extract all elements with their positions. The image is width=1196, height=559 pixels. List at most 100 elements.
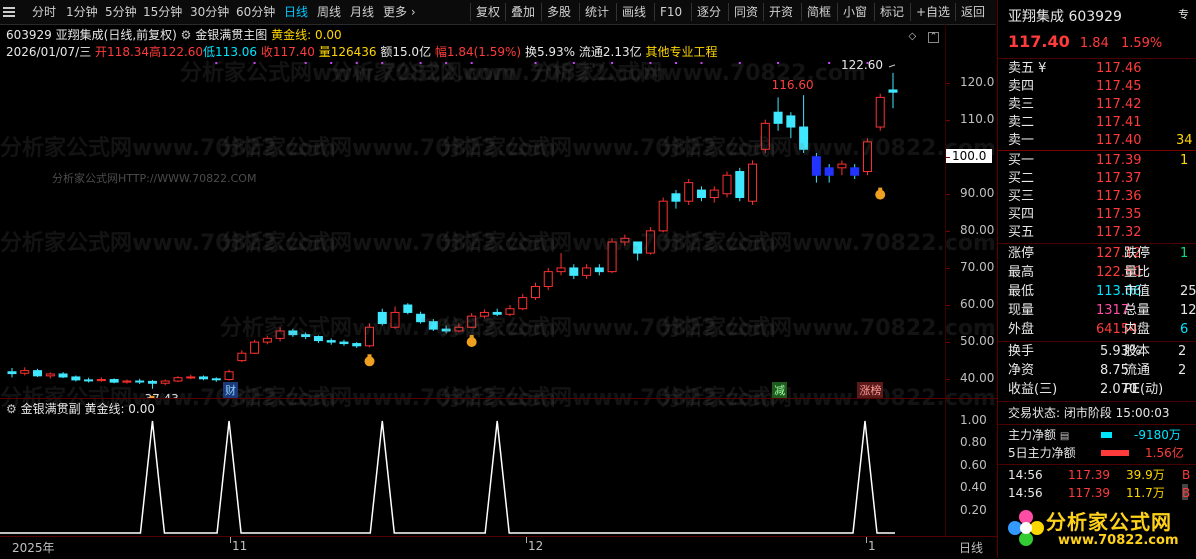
period-tab-3[interactable]: 15分钟 xyxy=(143,0,182,24)
buy-level-price[interactable]: 117.36 xyxy=(1096,188,1142,206)
candle[interactable] xyxy=(353,342,361,348)
candle[interactable] xyxy=(595,264,603,275)
period-tab-5[interactable]: 60分钟 xyxy=(236,0,275,24)
candle-body xyxy=(46,374,54,376)
buy-level-price[interactable]: 117.37 xyxy=(1096,170,1142,188)
main-indicator-name[interactable]: 金银满贯主图 xyxy=(195,28,267,42)
candle[interactable] xyxy=(570,264,578,279)
period-tab-7[interactable]: 周线 xyxy=(317,0,341,24)
candle[interactable] xyxy=(8,368,16,377)
menu-icon[interactable] xyxy=(3,7,15,17)
money-bag-icon[interactable] xyxy=(875,188,885,200)
candle[interactable] xyxy=(225,370,233,381)
tool-button-12[interactable]: +自选 xyxy=(916,0,950,24)
tool-button-10[interactable]: 小窗 xyxy=(843,0,867,24)
candle[interactable] xyxy=(876,94,884,131)
tool-button-0[interactable]: 复权 xyxy=(476,0,500,24)
event-marker-jian[interactable]: 减 xyxy=(772,382,787,398)
candle[interactable] xyxy=(697,186,705,201)
date-tick-mark xyxy=(230,537,231,543)
candle[interactable] xyxy=(583,264,591,279)
period-tab-8[interactable]: 月线 xyxy=(350,0,374,24)
bar-change: 幅1.84(1.59%) xyxy=(435,45,521,59)
sell-level-price[interactable]: 117.42 xyxy=(1096,96,1142,114)
industry-label[interactable]: 其他专业工程 xyxy=(645,45,717,59)
candle[interactable] xyxy=(889,73,897,108)
watermark-url: www.70822.com xyxy=(132,231,336,256)
candle[interactable] xyxy=(710,186,718,202)
watermark-text: 分析家公式网www.70822.com xyxy=(220,310,556,342)
tool-button-11[interactable]: 标记 xyxy=(880,0,904,24)
sell-level-price[interactable]: 117.41 xyxy=(1096,114,1142,132)
main-price-axis[interactable]: 120.0110.0100.090.0080.0070.0060.0050.00… xyxy=(945,24,998,398)
tool-button-3[interactable]: 统计 xyxy=(585,0,609,24)
collapse-icon[interactable]: ⌃ xyxy=(928,32,939,43)
period-tab-4[interactable]: 30分钟 xyxy=(190,0,229,24)
stat2-value-2: 2 xyxy=(1178,362,1186,380)
main-candlestick-chart[interactable]: 分析家公式网www.70822.com分析家公式网www.70822.com分析… xyxy=(0,24,945,398)
tool-button-8[interactable]: 开资 xyxy=(769,0,793,24)
candle[interactable] xyxy=(519,294,527,310)
trade-status: 交易状态: 闭市阶段 15:00:03 xyxy=(1008,404,1170,422)
tool-button-6[interactable]: 逐分 xyxy=(697,0,721,24)
period-tab-6[interactable]: 日线 xyxy=(284,0,308,24)
candle[interactable] xyxy=(531,283,539,300)
chart-header-line2: 2026/01/07/三 开118.34高122.60低113.06 收117.… xyxy=(6,43,717,60)
settings-icon[interactable]: ⚙ xyxy=(181,28,192,42)
tool-button-2[interactable]: 多股 xyxy=(547,0,571,24)
bar-high: 高122.60 xyxy=(149,45,203,59)
candle[interactable] xyxy=(238,350,246,362)
tool-button-9[interactable]: 简框 xyxy=(807,0,831,24)
period-tab-2[interactable]: 5分钟 xyxy=(105,0,137,24)
watermark-site: 分析家公式网 xyxy=(0,231,132,256)
buy-level-price[interactable]: 117.35 xyxy=(1096,206,1142,224)
candle[interactable] xyxy=(544,268,552,290)
candle[interactable] xyxy=(825,164,833,183)
side-tab[interactable]: 专 xyxy=(1178,8,1192,21)
candle[interactable] xyxy=(723,172,731,198)
candle[interactable] xyxy=(34,369,42,377)
sell-level-price[interactable]: 117.46 xyxy=(1096,60,1142,78)
candle[interactable] xyxy=(59,372,67,378)
event-marker-zhangbang[interactable]: 涨榜 xyxy=(857,382,883,398)
candle[interactable] xyxy=(21,367,29,375)
tool-button-1[interactable]: 叠加 xyxy=(511,0,535,24)
sub-indicator-chart[interactable]: ⚙ 金银满贯副 黄金线: 0.00 xyxy=(0,398,945,537)
period-tab-9[interactable]: 更多 › xyxy=(383,0,416,24)
toolbar-separator xyxy=(541,3,542,21)
candle[interactable] xyxy=(749,160,757,204)
event-marker-cai[interactable]: 财 xyxy=(223,382,238,398)
date-tick-mark xyxy=(526,537,527,543)
period-tab-1[interactable]: 1分钟 xyxy=(66,0,98,24)
settings-icon-sub[interactable]: ⚙ xyxy=(6,402,17,416)
diamond-icon[interactable]: ◇ xyxy=(908,31,916,42)
money-bag-icon[interactable] xyxy=(365,354,375,366)
tool-button-5[interactable]: F10 xyxy=(660,0,682,24)
sell-level-price[interactable]: 117.40 xyxy=(1096,132,1142,150)
period-tab-0[interactable]: 分时 xyxy=(32,0,56,24)
tool-button-13[interactable]: 返回 xyxy=(961,0,985,24)
candle[interactable] xyxy=(774,97,782,130)
candle[interactable] xyxy=(187,375,195,379)
candle-body xyxy=(825,168,833,175)
list-icon[interactable]: ▤ xyxy=(1060,431,1069,442)
sub-tick: 0.40 xyxy=(960,480,987,494)
sub-indicator-name[interactable]: 金银满贯副 xyxy=(21,402,81,416)
tool-button-7[interactable]: 同资 xyxy=(734,0,758,24)
candle[interactable] xyxy=(851,164,859,179)
candle[interactable] xyxy=(685,179,693,205)
price-tick: 60.00 xyxy=(960,297,994,311)
buy-level-price[interactable]: 117.39 xyxy=(1096,152,1142,170)
candle[interactable] xyxy=(838,160,846,175)
buy-level-price[interactable]: 117.32 xyxy=(1096,224,1142,242)
logo-title: 分析家公式网 xyxy=(1046,506,1172,535)
candle[interactable] xyxy=(672,190,680,209)
tool-button-4[interactable]: 画线 xyxy=(622,0,646,24)
sell-level-price[interactable]: 117.45 xyxy=(1096,78,1142,96)
quote-price-row: 117.40 1.84 1.59% xyxy=(1008,33,1162,51)
buy-level-volume: 1 xyxy=(1180,152,1188,170)
stat-label-2: 跌停 xyxy=(1124,245,1150,263)
candle[interactable] xyxy=(736,168,744,201)
chart-mode: (日线,前复权) xyxy=(104,28,177,42)
candle[interactable] xyxy=(46,372,54,378)
